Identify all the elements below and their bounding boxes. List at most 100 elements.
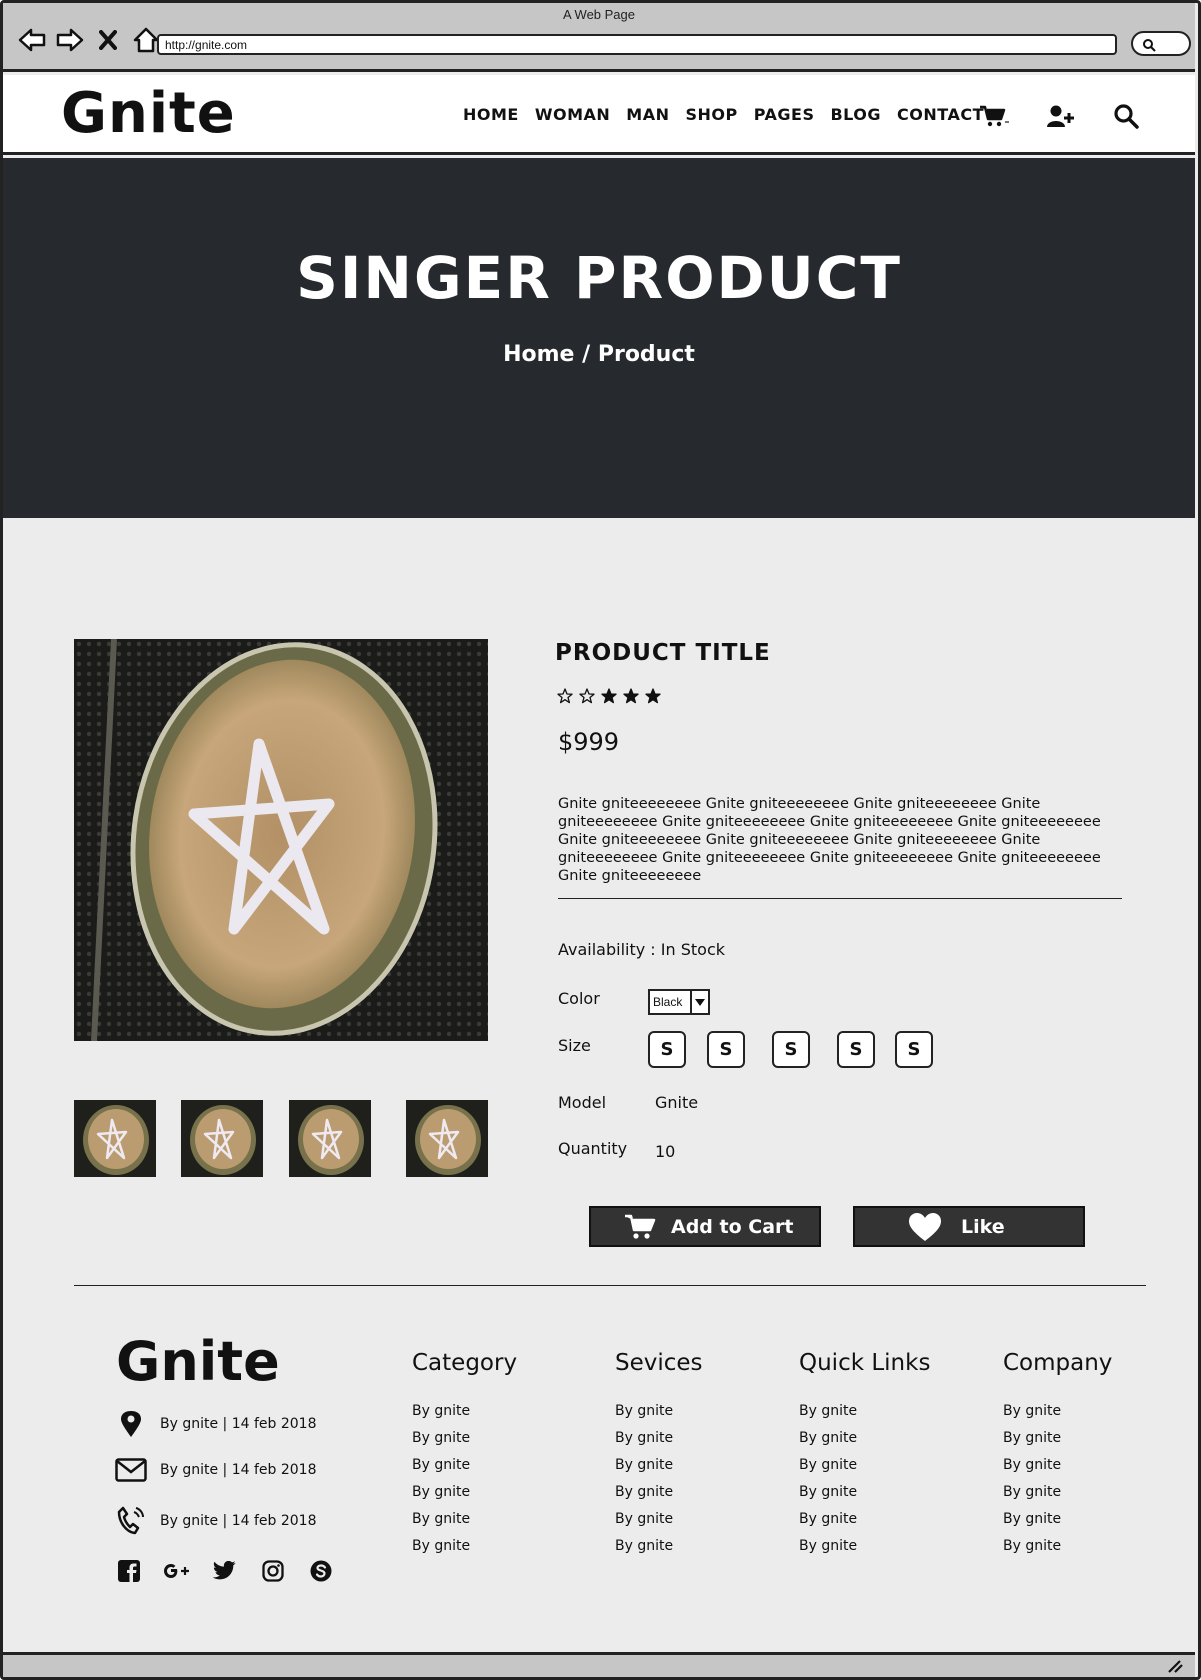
footer-link[interactable]: By gnite xyxy=(1003,1452,1112,1479)
social-links xyxy=(116,1558,334,1584)
breadcrumb-separator: / xyxy=(582,342,591,367)
color-select[interactable]: Black xyxy=(648,989,710,1015)
location-pin-icon xyxy=(114,1410,148,1438)
footer-link[interactable]: By gnite xyxy=(412,1506,517,1533)
phone-icon xyxy=(114,1506,148,1536)
size-option[interactable]: S xyxy=(772,1031,810,1068)
nav-man[interactable]: MAN xyxy=(626,105,669,124)
footer-link[interactable]: By gnite xyxy=(799,1533,930,1560)
star-filled-icon[interactable] xyxy=(645,688,661,704)
like-label: Like xyxy=(961,1215,1005,1238)
footer-link[interactable]: By gnite xyxy=(412,1479,517,1506)
heart-icon xyxy=(905,1212,945,1242)
footer-link[interactable]: By gnite xyxy=(799,1398,930,1425)
search-icon[interactable] xyxy=(1111,103,1141,129)
search-icon xyxy=(1143,39,1156,52)
footer-link[interactable]: By gnite xyxy=(412,1425,517,1452)
product-main-image[interactable] xyxy=(74,639,488,1041)
footer-link[interactable]: By gnite xyxy=(615,1425,703,1452)
facebook-icon[interactable] xyxy=(116,1558,142,1584)
footer-link[interactable]: By gnite xyxy=(412,1398,517,1425)
forward-arrow-icon[interactable] xyxy=(55,25,85,55)
nav-pages[interactable]: PAGES xyxy=(754,105,815,124)
divider xyxy=(558,898,1122,899)
nav-shop[interactable]: SHOP xyxy=(686,105,738,124)
footer-link[interactable]: By gnite xyxy=(1003,1506,1112,1533)
footer-link[interactable]: By gnite xyxy=(615,1506,703,1533)
footer-column-title: Quick Links xyxy=(799,1350,931,1376)
quantity-value[interactable]: 10 xyxy=(655,1142,675,1161)
footer-contact-email: By gnite | 14 feb 2018 xyxy=(114,1458,316,1482)
size-label: Size xyxy=(558,1036,591,1055)
footer-column-category: Category By gnite By gnite By gnite By g… xyxy=(412,1350,517,1560)
footer-link[interactable]: By gnite xyxy=(615,1479,703,1506)
site-header: Gnite HOME WOMAN MAN SHOP PAGES BLOG CON… xyxy=(3,75,1195,155)
footer-link[interactable]: By gnite xyxy=(799,1479,930,1506)
footer-link[interactable]: By gnite xyxy=(615,1452,703,1479)
availability-label: Availability : In Stock xyxy=(558,940,725,959)
footer-logo[interactable]: Gnite xyxy=(116,1330,280,1393)
size-option[interactable]: S xyxy=(895,1031,933,1068)
footer-link[interactable]: By gnite xyxy=(1003,1479,1112,1506)
footer-column-services: Sevices By gnite By gnite By gnite By gn… xyxy=(615,1350,703,1560)
nav-contact[interactable]: CONTACT xyxy=(897,105,984,124)
footer-link[interactable]: By gnite xyxy=(615,1533,703,1560)
add-to-cart-button[interactable]: Add to Cart xyxy=(589,1206,821,1247)
size-option[interactable]: S xyxy=(837,1031,875,1068)
footer-link[interactable]: By gnite xyxy=(412,1452,517,1479)
browser-search-field[interactable] xyxy=(1131,31,1191,56)
footer-link[interactable]: By gnite xyxy=(615,1398,703,1425)
color-label: Color xyxy=(558,989,600,1008)
close-icon[interactable] xyxy=(93,25,123,55)
instagram-icon[interactable] xyxy=(260,1558,286,1584)
cart-icon xyxy=(611,1213,671,1241)
chevron-down-icon xyxy=(692,991,708,1013)
main-nav: HOME WOMAN MAN SHOP PAGES BLOG CONTACT xyxy=(463,105,1000,124)
add-to-cart-label: Add to Cart xyxy=(671,1215,794,1238)
breadcrumb-home[interactable]: Home xyxy=(503,342,574,367)
footer-divider xyxy=(74,1285,1146,1286)
contact-text: By gnite | 14 feb 2018 xyxy=(160,1416,317,1432)
nav-home[interactable]: HOME xyxy=(463,105,519,124)
product-thumbnail[interactable] xyxy=(181,1100,263,1177)
star-outline-icon[interactable] xyxy=(557,688,573,704)
cart-icon[interactable] xyxy=(979,103,1009,129)
footer-link[interactable]: By gnite xyxy=(1003,1425,1112,1452)
size-option[interactable]: S xyxy=(707,1031,745,1068)
contact-text: By gnite | 14 feb 2018 xyxy=(160,1513,317,1529)
product-title: PRODUCT TITLE xyxy=(555,640,771,666)
skype-icon[interactable] xyxy=(308,1558,334,1584)
product-thumbnail[interactable] xyxy=(289,1100,371,1177)
like-button[interactable]: Like xyxy=(853,1206,1085,1247)
browser-toolbar: A Web Page http://gnite.com xyxy=(3,3,1195,72)
twitter-icon[interactable] xyxy=(212,1558,238,1584)
google-plus-icon[interactable] xyxy=(164,1558,190,1584)
product-thumbnails xyxy=(74,1100,488,1177)
back-arrow-icon[interactable] xyxy=(17,25,47,55)
footer-link[interactable]: By gnite xyxy=(1003,1533,1112,1560)
footer-link[interactable]: By gnite xyxy=(799,1425,930,1452)
star-outline-icon[interactable] xyxy=(579,688,595,704)
contact-text: By gnite | 14 feb 2018 xyxy=(160,1462,317,1478)
browser-status-bar xyxy=(3,1652,1195,1677)
footer-link[interactable]: By gnite xyxy=(412,1533,517,1560)
footer-link[interactable]: By gnite xyxy=(1003,1398,1112,1425)
resize-grip-icon[interactable] xyxy=(1167,1659,1183,1673)
footer-contact-location: By gnite | 14 feb 2018 xyxy=(114,1410,316,1438)
footer-link[interactable]: By gnite xyxy=(799,1452,930,1479)
product-thumbnail[interactable] xyxy=(74,1100,156,1177)
footer-column-title: Category xyxy=(412,1350,518,1376)
nav-woman[interactable]: WOMAN xyxy=(535,105,610,124)
site-logo[interactable]: Gnite xyxy=(61,81,236,146)
star-filled-icon[interactable] xyxy=(623,688,639,704)
page-title: SINGER PRODUCT xyxy=(296,244,902,312)
footer-column-quick-links: Quick Links By gnite By gnite By gnite B… xyxy=(799,1350,930,1560)
star-filled-icon[interactable] xyxy=(601,688,617,704)
size-option[interactable]: S xyxy=(648,1031,686,1068)
footer-link[interactable]: By gnite xyxy=(799,1506,930,1533)
url-input[interactable]: http://gnite.com xyxy=(157,34,1117,55)
footer-column-title: Company xyxy=(1003,1350,1113,1376)
add-user-icon[interactable] xyxy=(1045,103,1075,129)
product-thumbnail[interactable] xyxy=(406,1100,488,1177)
nav-blog[interactable]: BLOG xyxy=(830,105,881,124)
